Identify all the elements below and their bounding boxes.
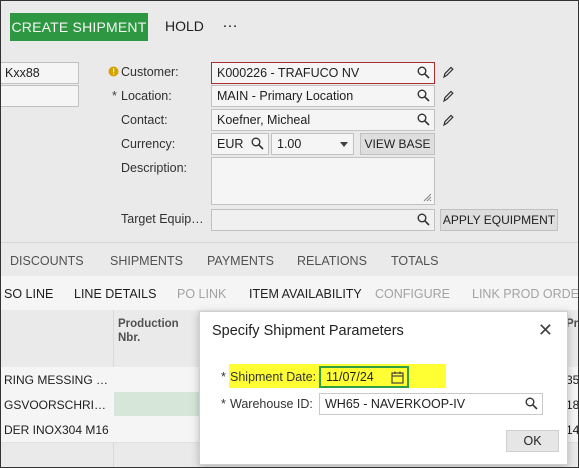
warehouse-field[interactable]: WH65 - NAVERKOOP-IV bbox=[319, 393, 543, 415]
specify-shipment-dialog: Specify Shipment Parameters ✕ * Shipment… bbox=[199, 311, 568, 465]
shipment-date-field[interactable]: 11/07/24 bbox=[319, 366, 409, 388]
warehouse-required-marker: * bbox=[221, 397, 226, 411]
warehouse-value: WH65 - NAVERKOOP-IV bbox=[325, 397, 466, 411]
shipment-date-label: Shipment Date: bbox=[230, 370, 317, 384]
warehouse-label: Warehouse ID: bbox=[230, 397, 313, 411]
shipment-date-value: 11/07/24 bbox=[326, 370, 374, 384]
ok-button[interactable]: OK bbox=[506, 430, 559, 452]
calendar-icon[interactable] bbox=[391, 371, 404, 384]
dialog-title: Specify Shipment Parameters bbox=[212, 323, 404, 339]
close-icon[interactable]: ✕ bbox=[538, 321, 553, 339]
search-icon[interactable] bbox=[525, 397, 538, 410]
shipment-date-required-marker: * bbox=[221, 370, 226, 384]
